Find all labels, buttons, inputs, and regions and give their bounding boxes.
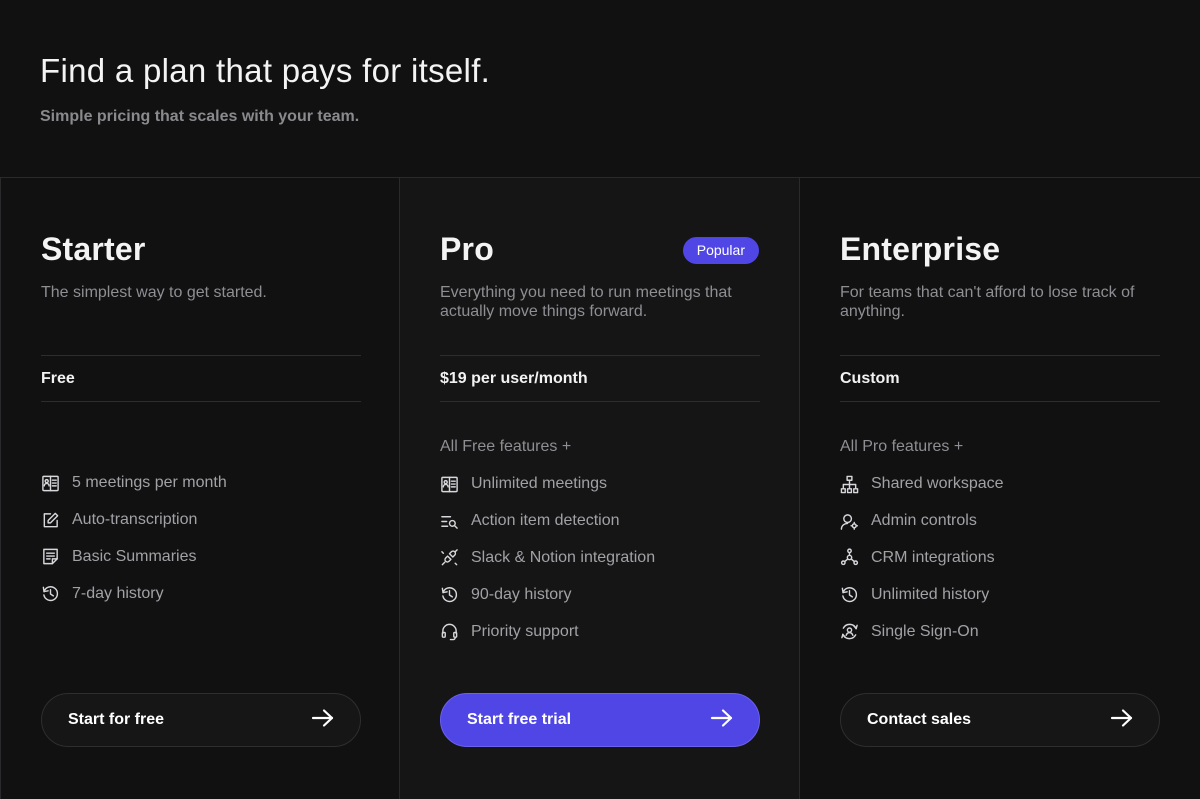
plan-description: For teams that can't afford to lose trac… xyxy=(840,284,1135,320)
feature-label: Auto-transcription xyxy=(72,511,198,529)
feature-label: Shared workspace xyxy=(871,475,1004,493)
plan-price: Free xyxy=(41,355,361,402)
arrow-right-icon xyxy=(710,708,734,733)
button-label: Start free trial xyxy=(467,711,572,728)
feature-label: Unlimited meetings xyxy=(471,475,608,493)
summary-icon xyxy=(41,547,60,566)
page-subtitle: Simple pricing that scales with your tea… xyxy=(40,108,360,125)
feature-item: 7-day history xyxy=(41,575,361,612)
feature-item: Action item detection xyxy=(440,503,760,540)
plan-description: The simplest way to get started. xyxy=(41,284,267,301)
action-search-icon xyxy=(440,512,459,531)
start-free-trial-button[interactable]: Start free trial xyxy=(440,693,760,747)
feature-label: Priority support xyxy=(471,622,579,640)
meetings-icon xyxy=(41,474,60,493)
plan-name: Pro xyxy=(440,231,494,267)
network-icon xyxy=(840,475,859,494)
page-header: Find a plan that pays for itself. Simple… xyxy=(40,52,490,126)
page-title: Find a plan that pays for itself. xyxy=(40,52,491,89)
feature-label: Basic Summaries xyxy=(72,547,197,565)
button-label: Contact sales xyxy=(867,711,972,728)
contact-sales-button[interactable]: Contact sales xyxy=(840,693,1160,747)
admin-user-icon xyxy=(840,512,859,531)
feature-label: Unlimited history xyxy=(871,585,990,603)
feature-label: 5 meetings per month xyxy=(72,474,227,492)
arrow-right-icon xyxy=(1110,708,1134,733)
plan-card-enterprise: Enterprise For teams that can't afford t… xyxy=(800,178,1200,799)
feature-label: 7-day history xyxy=(72,584,164,602)
feature-item: Unlimited history xyxy=(840,576,1160,613)
feature-list: Shared workspace Admin controls CRM inte… xyxy=(840,466,1160,650)
feature-item: 5 meetings per month xyxy=(41,465,361,502)
feature-item: Single Sign-On xyxy=(840,613,1160,650)
plan-name: Enterprise xyxy=(840,231,1001,267)
feature-item: Slack & Notion integration xyxy=(440,540,760,577)
start-for-free-button[interactable]: Start for free xyxy=(41,693,361,747)
feature-item: CRM integrations xyxy=(840,540,1160,577)
arrow-right-icon xyxy=(311,708,335,733)
edit-icon xyxy=(41,511,60,530)
plan-price: $19 per user/month xyxy=(440,355,760,402)
plan-description: Everything you need to run meetings that… xyxy=(440,284,732,320)
popular-badge: Popular xyxy=(682,237,759,264)
button-label: Start for free xyxy=(68,711,165,728)
plan-name: Starter xyxy=(41,231,146,267)
plug-icon xyxy=(440,548,459,567)
feature-item: Unlimited meetings xyxy=(440,466,760,503)
feature-item: 90-day history xyxy=(440,576,760,613)
feature-label: Slack & Notion integration xyxy=(471,548,656,566)
feature-item: Auto-transcription xyxy=(41,502,361,539)
feature-label: Action item detection xyxy=(471,512,620,530)
plan-card-pro: Pro Popular Everything you need to run m… xyxy=(400,178,800,799)
feature-label: Admin controls xyxy=(871,512,977,530)
crm-nodes-icon xyxy=(840,548,859,567)
features-heading: All Free features + xyxy=(440,438,572,455)
plans-grid: Starter The simplest way to get started.… xyxy=(0,177,1200,799)
feature-item: Basic Summaries xyxy=(41,539,361,576)
history-icon xyxy=(440,585,459,604)
plan-card-starter: Starter The simplest way to get started.… xyxy=(0,178,400,799)
meetings-icon xyxy=(440,475,459,494)
feature-list: Unlimited meetings Action item detection… xyxy=(440,466,760,650)
history-icon xyxy=(41,584,60,603)
feature-item: Admin controls xyxy=(840,503,1160,540)
feature-list: 5 meetings per month Auto-transcription … xyxy=(41,465,361,612)
feature-label: Single Sign-On xyxy=(871,622,979,640)
plan-price: Custom xyxy=(840,355,1160,402)
features-heading: All Pro features + xyxy=(840,438,964,455)
history-icon xyxy=(840,585,859,604)
feature-label: CRM integrations xyxy=(871,548,995,566)
sso-icon xyxy=(840,622,859,641)
pricing-page: Find a plan that pays for itself. Simple… xyxy=(0,0,1200,799)
headset-icon xyxy=(440,622,459,641)
feature-item: Shared workspace xyxy=(840,466,1160,503)
feature-label: 90-day history xyxy=(471,585,572,603)
feature-item: Priority support xyxy=(440,613,760,650)
